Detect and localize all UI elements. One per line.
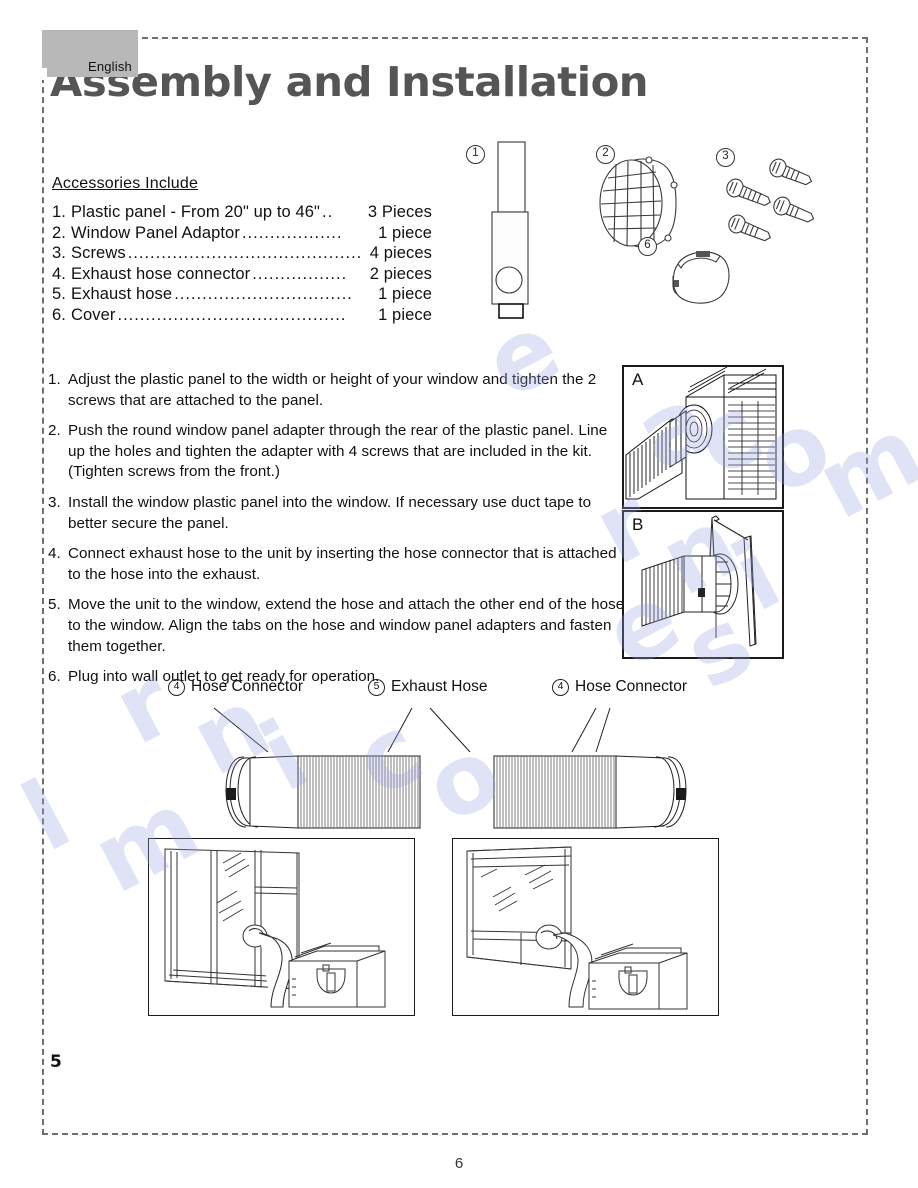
- instruction-step: 3. Install the window plastic panel into …: [48, 493, 628, 534]
- inner-page-number: 5: [50, 1052, 62, 1072]
- accessory-leader-dots: ..: [321, 203, 334, 221]
- accessory-number: 6.: [52, 305, 66, 324]
- accessory-number: 5.: [52, 285, 66, 303]
- figure-a-artwork: [625, 367, 777, 500]
- step-text: Adjust the plastic panel to the width or…: [68, 371, 597, 409]
- accessory-row: 3. Screws................................…: [52, 243, 432, 264]
- parts-callout-2: 2: [596, 145, 615, 164]
- accessory-leader-dots: ........................................…: [117, 305, 347, 324]
- accessory-name: Exhaust hose: [71, 285, 173, 303]
- parts-callout-1: 1: [466, 145, 485, 164]
- figure-box-b: B: [622, 510, 784, 659]
- accessory-quantity: 1 piece: [378, 223, 432, 242]
- step-text: Push the round window panel adapter thro…: [68, 422, 608, 481]
- figure-box-a: A: [622, 365, 784, 509]
- step-number: 5.: [48, 596, 61, 614]
- accessory-leader-dots: .................: [252, 264, 348, 283]
- accessory-quantity: 2 pieces: [369, 264, 432, 283]
- accessory-row: 2. Window Panel Adaptor..................…: [52, 223, 432, 244]
- page-title: Assembly and Installation: [50, 58, 649, 106]
- accessory-quantity: 4 pieces: [369, 244, 432, 262]
- accessory-row: 1. Plastic panel - From 20" up to 46".. 3 …: [52, 202, 432, 223]
- parts-callout-6: 6: [638, 237, 657, 256]
- language-tab-label: English: [87, 59, 132, 74]
- accessory-quantity: 3 Pieces: [367, 203, 432, 221]
- step-number: 3.: [48, 493, 61, 511]
- instruction-step: 1. Adjust the plastic panel to the width …: [48, 370, 628, 411]
- manual-page: English Assembly and Installation Access…: [0, 0, 918, 1188]
- parts-callout-3: 3: [716, 148, 735, 167]
- accessory-quantity: 1 piece: [378, 305, 432, 324]
- instruction-step: 5. Move the unit to the window, extend th…: [48, 595, 628, 657]
- accessory-quantity: 1 piece: [378, 285, 432, 303]
- step-text: Move the unit to the window, extend the …: [68, 596, 625, 655]
- accessory-number: 1.: [52, 203, 66, 221]
- window-install-figure-right: [452, 838, 719, 1016]
- accessory-number: 2.: [52, 223, 66, 242]
- language-tab: English: [42, 30, 138, 77]
- accessory-row: 4. Exhaust hose connector................…: [52, 264, 432, 285]
- accessory-name: Screws: [71, 244, 126, 262]
- instruction-steps: 1. Adjust the plastic panel to the width …: [48, 370, 628, 698]
- accessory-name: Plastic panel - From 20" up to 46": [71, 203, 320, 221]
- parts-artwork: [491, 141, 815, 319]
- accessory-leader-dots: ................................: [174, 285, 353, 303]
- vertical-window-artwork: [164, 848, 386, 1008]
- accessory-number: 3.: [52, 244, 66, 262]
- accessories-heading: Accessories Include: [52, 175, 199, 192]
- accessory-leader-dots: ........................................…: [127, 244, 363, 262]
- accessory-name: Exhaust hose connector: [71, 264, 251, 283]
- outer-page-number: 6: [454, 1155, 464, 1172]
- accessory-name: Cover: [71, 305, 116, 324]
- language-tab-notch: [42, 68, 47, 80]
- accessories-block: Accessories Include 1. Plastic panel - Fr…: [52, 175, 432, 325]
- step-number: 2.: [48, 422, 61, 440]
- hose-assembly-artwork: [0, 690, 826, 850]
- accessory-leader-dots: ..................: [241, 223, 343, 242]
- step-number: 1.: [48, 371, 61, 388]
- step-text: Connect exhaust hose to the unit by inse…: [68, 545, 617, 583]
- accessory-row: 6. Cover.................................…: [52, 305, 432, 326]
- instruction-step: 2. Push the round window panel adapter th…: [48, 421, 628, 483]
- parts-diagram: 1 2 3 6: [448, 140, 826, 358]
- window-install-figure-left: [148, 838, 415, 1016]
- horizontal-window-artwork: [466, 846, 688, 1010]
- accessory-name: Window Panel Adaptor: [71, 223, 240, 242]
- accessory-row: 5. Exhaust hose..........................…: [52, 284, 432, 305]
- figure-a-label: A: [632, 370, 644, 389]
- instruction-step: 4. Connect exhaust hose to the unit by in…: [48, 544, 628, 585]
- figure-b-artwork: [641, 515, 757, 647]
- step-number: 4.: [48, 545, 61, 563]
- figure-b-label: B: [632, 515, 644, 534]
- accessories-list: 1. Plastic panel - From 20" up to 46".. 3 …: [52, 202, 432, 325]
- accessory-number: 4.: [52, 264, 66, 283]
- step-text: Install the window plastic panel into th…: [68, 493, 592, 532]
